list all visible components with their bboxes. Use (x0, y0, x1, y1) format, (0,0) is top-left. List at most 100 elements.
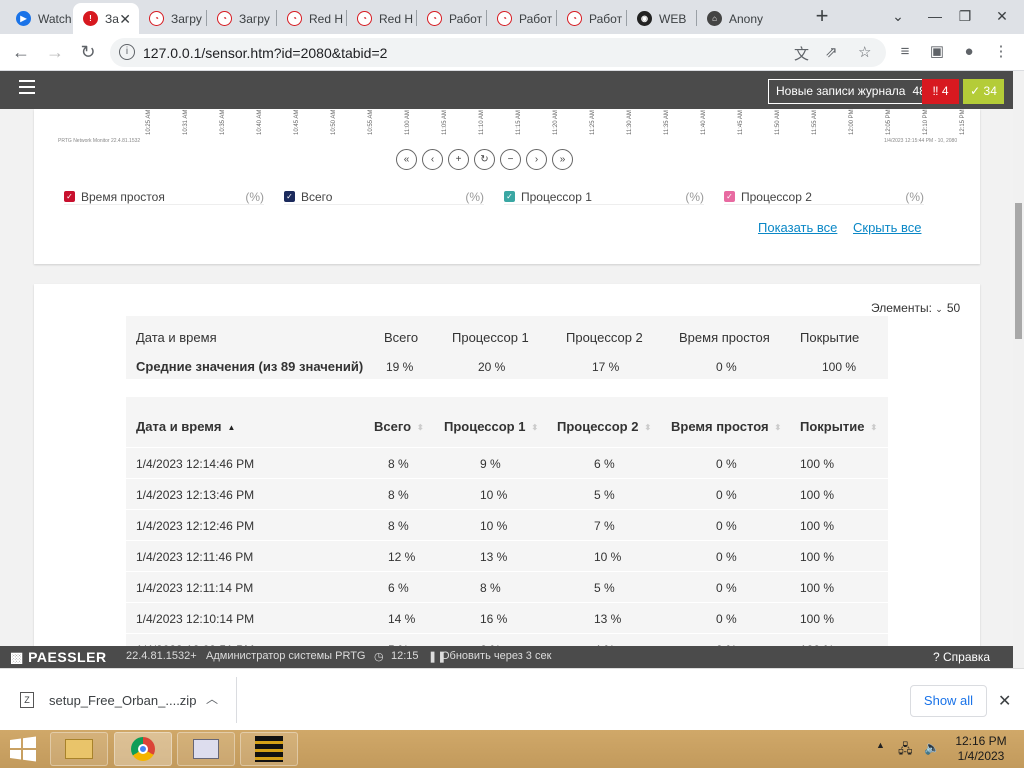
zoom-next-button[interactable]: › (526, 149, 547, 170)
table-cell: 0 % (716, 457, 737, 471)
browser-tab[interactable]: ◔ Работ (557, 3, 627, 34)
browser-tab[interactable]: ◔ Red H (277, 3, 347, 34)
forward-button[interactable]: → (42, 39, 68, 65)
new-log-entries-button[interactable]: Новые записи журнала 48 (768, 79, 934, 104)
download-item[interactable]: Z setup_Free_Orban_....zip (20, 687, 196, 713)
site-info-icon[interactable]: i (119, 44, 135, 60)
address-bar[interactable]: i 127.0.0.1/sensor.htm?id=2080&tabid=2 文… (110, 38, 886, 67)
back-button[interactable]: ← (8, 39, 34, 65)
hide-all-link[interactable]: Скрыть все (853, 220, 921, 235)
legend-label: Процессор 2 (741, 189, 812, 204)
url-text[interactable]: 127.0.0.1/sensor.htm?id=2080&tabid=2 (143, 45, 387, 61)
download-bar: Z setup_Free_Orban_....zip ︿ Show all ✕ (0, 668, 1024, 730)
zoom-last-button[interactable]: » (552, 149, 573, 170)
table-row: 1/4/2023 12:11:46 PM 12 % 13 % 10 % 0 % 100 % (126, 540, 888, 571)
bookmark-star-icon[interactable]: ☆ (858, 43, 871, 61)
help-link[interactable]: ? Справка (933, 650, 990, 664)
zoom-in-button[interactable]: + (448, 149, 469, 170)
media-control-icon[interactable]: ≡ (895, 42, 915, 62)
column-header-label: Дата и время (136, 419, 222, 434)
reload-button[interactable]: ↻ (75, 39, 101, 65)
network-icon[interactable]: 🖧 (898, 740, 913, 762)
browser-tab[interactable]: ◔ Работ (417, 3, 487, 34)
legend-item[interactable]: ✓ Время простоя (%) (64, 189, 264, 205)
show-all-downloads-button[interactable]: Show all (910, 685, 987, 717)
column-header-sortable[interactable]: Процессор 1 ⬍ (444, 419, 538, 434)
windows-start-icon[interactable] (8, 736, 38, 762)
checkbox-icon[interactable]: ✓ (504, 191, 515, 202)
column-header-sortable[interactable]: Покрытие ⬍ (800, 419, 877, 434)
checkbox-icon[interactable]: ✓ (724, 191, 735, 202)
show-all-link[interactable]: Показать все (758, 220, 837, 235)
elements-per-page[interactable]: Элементы: ⌄ 50 (871, 301, 960, 315)
table-cell: 1/4/2023 12:10:14 PM (136, 612, 255, 626)
table-cell: 100 % (800, 581, 835, 595)
column-header-sortable[interactable]: Дата и время ▲ (136, 419, 235, 434)
divider (236, 677, 237, 723)
page-scrollbar[interactable] (1013, 71, 1024, 668)
legend-label: Время простоя (81, 189, 165, 204)
taskbar-clock[interactable]: 12:16 PM 1/4/2023 (954, 734, 1008, 764)
avg-row-value: 0 % (716, 360, 737, 374)
share-icon[interactable]: ⇗ (825, 43, 838, 61)
youtube-icon: ▶ (16, 11, 31, 26)
log-entries-label: Новые записи журнала (776, 84, 906, 98)
scrollbar-thumb[interactable] (1015, 203, 1022, 339)
profile-avatar-icon[interactable]: ● (959, 42, 979, 62)
column-header-sortable[interactable]: Время простоя ⬍ (671, 419, 781, 434)
avg-row-value: 20 % (478, 360, 506, 374)
table-row: 1/4/2023 12:11:14 PM 6 % 8 % 5 % 0 % 100 % (126, 571, 888, 602)
restore-icon[interactable]: ❐ (947, 4, 983, 28)
legend-item[interactable]: ✓ Всего (%) (284, 189, 484, 205)
terminal-app-taskbar[interactable] (240, 732, 298, 766)
tab-close-icon[interactable]: ✕ (119, 11, 131, 28)
ok-sensors-badge[interactable]: ✓ 34 (963, 79, 1004, 104)
error-alarms-badge[interactable]: ‼ 4 (922, 79, 959, 104)
browser-tab[interactable]: ◉ WEB (627, 3, 697, 34)
volume-icon[interactable]: 🔈 (924, 740, 940, 756)
tray-expand-icon[interactable]: ▲ (876, 740, 885, 750)
checkbox-icon[interactable]: ✓ (64, 191, 75, 202)
refresh-countdown[interactable]: Обновить через 3 сек (441, 650, 551, 662)
paessler-icon: ◔ (427, 11, 442, 26)
user-name[interactable]: Администратор системы PRTG (206, 650, 365, 662)
tab-title: Работ (589, 11, 623, 26)
zoom-out-button[interactable]: − (500, 149, 521, 170)
table-cell: 10 % (480, 488, 508, 502)
legend-item[interactable]: ✓ Процессор 2 (%) (724, 189, 924, 205)
browser-tab[interactable]: ◔ Загру (139, 3, 207, 34)
new-tab-button[interactable]: + (808, 4, 836, 30)
paessler-icon: ◔ (357, 11, 372, 26)
zoom-prev-button[interactable]: ‹ (422, 149, 443, 170)
window-close-icon[interactable]: ✕ (984, 4, 1020, 28)
chrome-taskbar[interactable] (114, 732, 172, 766)
table-cell: 14 % (388, 612, 416, 626)
checkbox-icon[interactable]: ✓ (284, 191, 295, 202)
graph-time-label: 11:05 AM (442, 110, 448, 135)
column-header-sortable[interactable]: Процессор 2 ⬍ (557, 419, 651, 434)
side-panel-icon[interactable]: ▣ (927, 42, 947, 62)
avg-row-value: 17 % (592, 360, 620, 374)
legend-item[interactable]: ✓ Процессор 1 (%) (504, 189, 704, 205)
browser-menu-icon[interactable]: ⋮ (991, 42, 1011, 62)
browser-tab[interactable]: ◔ Работ (487, 3, 557, 34)
hamburger-menu-icon[interactable] (19, 80, 35, 96)
browser-tab[interactable]: ▶ Watch (6, 3, 73, 34)
graph-time-label: 10:50 AM (331, 109, 337, 135)
close-download-bar-icon[interactable]: ✕ (998, 691, 1011, 711)
browser-tab[interactable]: ⌂ Anony (697, 3, 773, 34)
elements-value: 50 (946, 301, 961, 315)
zoom-first-button[interactable]: « (396, 149, 417, 170)
column-header-sortable[interactable]: Всего ⬍ (374, 419, 424, 434)
browser-tab[interactable]: ! За ✕ (73, 3, 139, 34)
file-explorer-taskbar[interactable] (50, 732, 108, 766)
table-cell: 5 % (594, 581, 615, 595)
monitor-app-taskbar[interactable] (177, 732, 235, 766)
translate-icon[interactable]: 文 (794, 43, 809, 64)
zoom-reset-button[interactable]: ↻ (474, 149, 495, 170)
browser-tab[interactable]: ◔ Загру (207, 3, 277, 34)
chevron-up-icon[interactable]: ︿ (206, 690, 218, 707)
browser-tab[interactable]: ◔ Red H (347, 3, 417, 34)
graph-time-label: 12:10 PM (923, 109, 929, 135)
tab-search-chevron-icon[interactable]: ⌄ (880, 4, 916, 28)
